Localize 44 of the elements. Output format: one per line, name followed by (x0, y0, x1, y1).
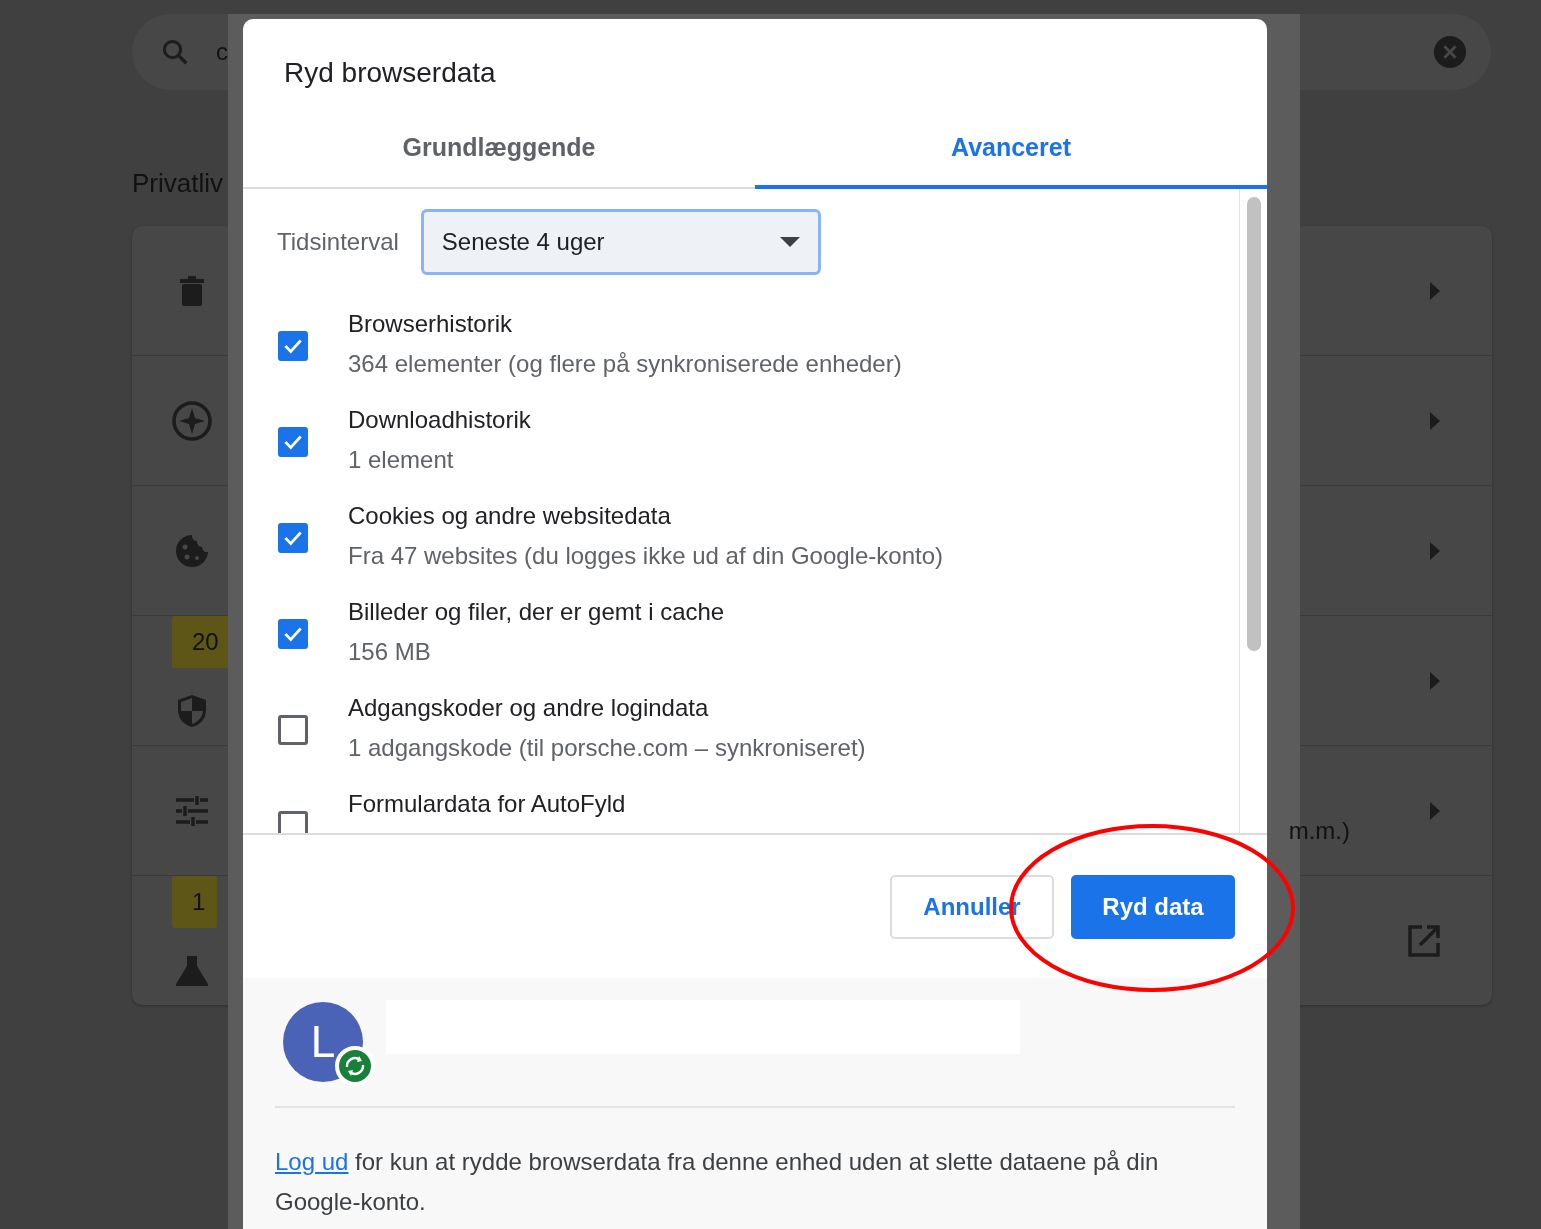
arrow-right-icon[interactable] (1430, 411, 1440, 430)
trash-icon (180, 275, 204, 306)
option-detail: Fra 47 websites (du logges ikke ud af din Google-konto) (348, 541, 943, 571)
count-badge: 20 (172, 616, 231, 668)
clear-data-button[interactable]: Ryd data (1071, 874, 1235, 939)
option-title: Downloadhistorik (348, 405, 531, 435)
time-range-dropdown[interactable]: Seneste 4 uger (420, 209, 821, 275)
count-badge: 1 (172, 876, 218, 928)
option-title: Cookies og andre websitedata (348, 501, 672, 531)
flask-icon (176, 955, 208, 986)
sign-out-link[interactable]: Log ud (275, 1148, 349, 1175)
option-title: Adgangskoder og andre logindata (348, 693, 710, 723)
cookie-icon (175, 533, 209, 568)
sign-out-note: Log ud for kun at rydde browserdata fra denne enhed uden at slette dataene på din Google-konto. (275, 1147, 1160, 1217)
clear-icon[interactable] (1433, 35, 1467, 69)
sliders-icon (176, 795, 208, 826)
checkbox[interactable] (278, 619, 308, 649)
row-description: m.m.) (1288, 816, 1350, 845)
search-icon (160, 37, 190, 67)
tab[interactable]: Avanceret (755, 109, 1267, 189)
checkbox[interactable] (278, 427, 308, 457)
external-link-icon[interactable] (1408, 924, 1440, 957)
arrow-right-icon[interactable] (1430, 541, 1440, 560)
checkbox[interactable] (278, 523, 308, 553)
option-detail: 156 MB (348, 637, 432, 667)
dialog-title: Ryd browserdata (283, 56, 496, 90)
option-title: Browserhistorik (348, 309, 514, 339)
option-detail: 364 elementer (og flere på synkroniserede enheder) (348, 349, 902, 379)
arrow-right-icon[interactable] (1430, 281, 1440, 300)
option-title: Formulardata for AutoFyld (348, 789, 626, 819)
checkbox[interactable] (278, 715, 308, 745)
tab[interactable]: Grundlæggende (243, 109, 755, 189)
checkbox[interactable] (278, 331, 308, 361)
arrow-right-icon[interactable] (1430, 801, 1440, 820)
option-detail: 1 element (348, 445, 455, 475)
shield-icon (177, 693, 207, 728)
option-title: Billeder og filer, der er gemt i cache (348, 597, 725, 627)
arrow-right-icon[interactable] (1430, 671, 1440, 690)
checkbox[interactable] (278, 811, 308, 833)
option-detail: 1 adgangskode (til porsche.com – synkroniseret) (348, 733, 866, 763)
sync-icon (335, 1046, 375, 1086)
compass-icon (172, 400, 212, 441)
caret-icon (779, 237, 800, 247)
field-label: Tidsinterval (277, 228, 399, 256)
